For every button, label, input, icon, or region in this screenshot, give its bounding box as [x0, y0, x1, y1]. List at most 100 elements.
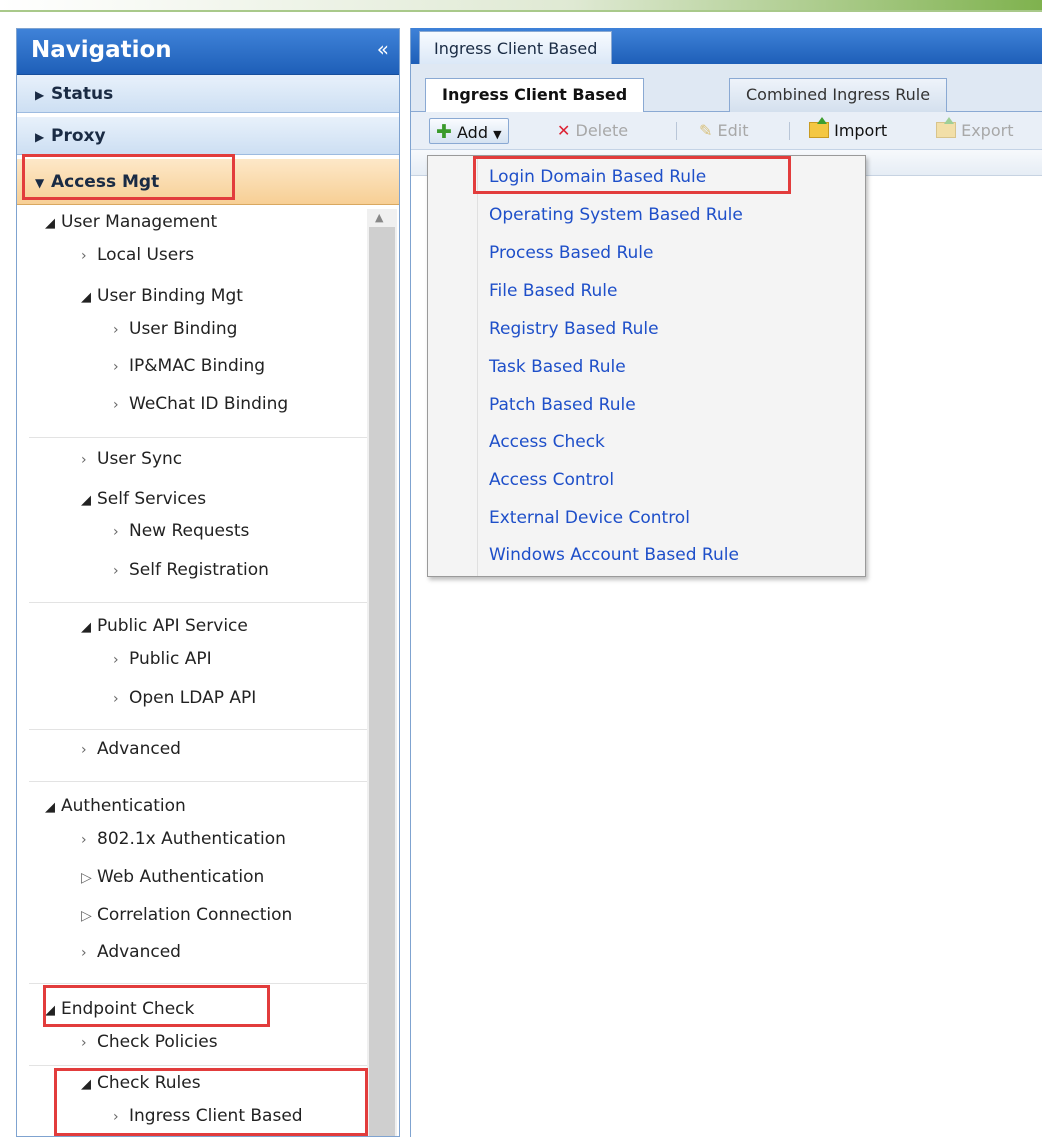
- dropdown-arrow-icon: ▼: [493, 128, 502, 141]
- add-dropdown-menu: Login Domain Based Rule Operating System…: [427, 155, 866, 577]
- tree-node-public-api-service[interactable]: ◢ Public API Service: [81, 615, 248, 639]
- expanded-triangle-icon: ◢: [81, 493, 91, 508]
- chevron-right-icon: ›: [113, 524, 119, 540]
- highlight-box-login-domain-rule: [473, 156, 791, 194]
- expanded-triangle-icon: ◢: [45, 216, 55, 231]
- menu-item-task-based-rule[interactable]: Task Based Rule: [489, 356, 626, 378]
- tree-label: Advanced: [97, 942, 181, 962]
- edit-button-label: Edit: [717, 121, 749, 140]
- tab-ingress-client-based[interactable]: Ingress Client Based: [419, 31, 613, 64]
- tree-item-local-users[interactable]: › Local Users: [81, 244, 194, 267]
- nav-section-label: Proxy: [51, 126, 106, 146]
- tree-node-authentication[interactable]: ◢ Authentication: [45, 795, 186, 819]
- menu-item-external-device-control[interactable]: External Device Control: [489, 507, 690, 529]
- import-button[interactable]: Import: [809, 117, 888, 144]
- tree-label: Advanced: [97, 739, 181, 759]
- highlight-box-endpoint-check: [43, 985, 270, 1027]
- tree-label: Public API Service: [97, 616, 248, 636]
- edit-button[interactable]: ✎ Edit: [699, 118, 748, 144]
- tree-node-self-services[interactable]: ◢ Self Services: [81, 488, 206, 512]
- menu-item-windows-account-based-rule[interactable]: Windows Account Based Rule: [489, 544, 739, 566]
- chevron-right-icon: ›: [81, 248, 87, 264]
- tree-item-8021x-authentication[interactable]: › 802.1x Authentication: [81, 828, 286, 851]
- main-tab-strip: Ingress Client Based: [411, 28, 1042, 64]
- triangle-right-icon: ▶: [35, 88, 45, 102]
- nav-section-status[interactable]: ▶ Status: [17, 75, 399, 113]
- delete-button-label: Delete: [575, 121, 629, 140]
- add-button-label: Add: [457, 123, 488, 142]
- chevron-right-icon: ›: [113, 322, 119, 338]
- menu-item-access-check[interactable]: Access Check: [489, 431, 605, 453]
- nav-section-label: Status: [51, 84, 114, 104]
- tree-item-public-api[interactable]: › Public API: [113, 648, 212, 671]
- tree-item-wechat-id-binding[interactable]: › WeChat ID Binding: [113, 393, 288, 416]
- inner-tab-ingress-client-based[interactable]: Ingress Client Based: [425, 78, 645, 113]
- tree-item-user-sync[interactable]: › User Sync: [81, 448, 182, 471]
- tree-divider: [29, 437, 379, 438]
- export-button-label: Export: [961, 121, 1014, 140]
- chevron-right-icon: ›: [81, 832, 87, 848]
- expanded-triangle-icon: ◢: [81, 290, 91, 305]
- tree-label: Correlation Connection: [97, 905, 293, 925]
- expanded-triangle-icon: ◢: [45, 800, 55, 815]
- navigation-header: Navigation «: [17, 29, 399, 75]
- chevron-right-icon: ›: [113, 359, 119, 375]
- tree-divider: [29, 602, 379, 603]
- collapsed-triangle-icon: ▷: [81, 908, 92, 924]
- tree-item-advanced[interactable]: › Advanced: [81, 941, 181, 964]
- collapsed-triangle-icon: ▷: [81, 870, 92, 886]
- highlight-box-access-mgt: [22, 154, 235, 200]
- inner-tab-combined-ingress-rule[interactable]: Combined Ingress Rule: [729, 78, 948, 112]
- tree-item-user-binding[interactable]: › User Binding: [113, 318, 237, 341]
- add-button[interactable]: ✚ Add ▼: [429, 118, 509, 144]
- tree-divider: [29, 781, 379, 782]
- tree-node-web-authentication[interactable]: ▷ Web Authentication: [81, 866, 264, 889]
- export-folder-icon: [936, 117, 956, 138]
- tree-label: Open LDAP API: [129, 688, 257, 708]
- tree-label: Self Services: [97, 489, 207, 509]
- navigation-title: Navigation: [31, 37, 172, 63]
- tree-label: 802.1x Authentication: [97, 829, 286, 849]
- scroll-up-arrow-icon[interactable]: ▲: [375, 211, 383, 224]
- tree-label: IP&MAC Binding: [129, 356, 266, 376]
- chevron-right-icon: ›: [113, 652, 119, 668]
- tree-label: Web Authentication: [97, 867, 265, 887]
- tree-item-advanced[interactable]: › Advanced: [81, 738, 181, 761]
- tree-label: Public API: [129, 649, 212, 669]
- toolbar-separator: [789, 122, 790, 140]
- tree-item-self-registration[interactable]: › Self Registration: [113, 559, 269, 582]
- tree-node-user-management[interactable]: ◢ User Management: [45, 211, 217, 235]
- tree-label: Local Users: [97, 245, 195, 265]
- tree-item-open-ldap-api[interactable]: › Open LDAP API: [113, 687, 256, 710]
- plus-icon: ✚: [436, 121, 452, 143]
- import-button-label: Import: [834, 121, 888, 140]
- export-button[interactable]: Export: [936, 117, 1014, 144]
- expanded-triangle-icon: ◢: [81, 620, 91, 635]
- x-icon: ✕: [557, 121, 571, 140]
- tree-label: Self Registration: [129, 560, 269, 580]
- top-divider-line: [0, 10, 1042, 12]
- menu-item-operating-system-based-rule[interactable]: Operating System Based Rule: [489, 204, 743, 226]
- tree-node-user-binding-mgt[interactable]: ◢ User Binding Mgt: [81, 285, 243, 309]
- tree-node-correlation-connection[interactable]: ▷ Correlation Connection: [81, 904, 292, 927]
- menu-item-registry-based-rule[interactable]: Registry Based Rule: [489, 318, 659, 340]
- chevron-right-icon: ›: [81, 742, 87, 758]
- chevron-right-icon: ›: [81, 945, 87, 961]
- sidebar-scrollbar[interactable]: ▲: [367, 209, 397, 1136]
- menu-item-access-control[interactable]: Access Control: [489, 469, 614, 491]
- menu-item-process-based-rule[interactable]: Process Based Rule: [489, 242, 654, 264]
- tree-item-ip-mac-binding[interactable]: › IP&MAC Binding: [113, 355, 265, 378]
- scrollbar-thumb[interactable]: [369, 227, 395, 1136]
- double-chevron-left-icon[interactable]: «: [377, 37, 389, 61]
- tree-item-new-requests[interactable]: › New Requests: [113, 520, 249, 543]
- menu-item-patch-based-rule[interactable]: Patch Based Rule: [489, 394, 636, 416]
- nav-section-proxy[interactable]: ▶ Proxy: [17, 117, 399, 155]
- delete-button[interactable]: ✕ Delete: [557, 118, 628, 144]
- tree-divider: [29, 983, 379, 984]
- chevron-right-icon: ›: [113, 563, 119, 579]
- chevron-right-icon: ›: [81, 452, 87, 468]
- tree-divider: [29, 729, 379, 730]
- tree-item-check-policies[interactable]: › Check Policies: [81, 1031, 218, 1054]
- menu-item-file-based-rule[interactable]: File Based Rule: [489, 280, 617, 302]
- toolbar-separator: [676, 122, 677, 140]
